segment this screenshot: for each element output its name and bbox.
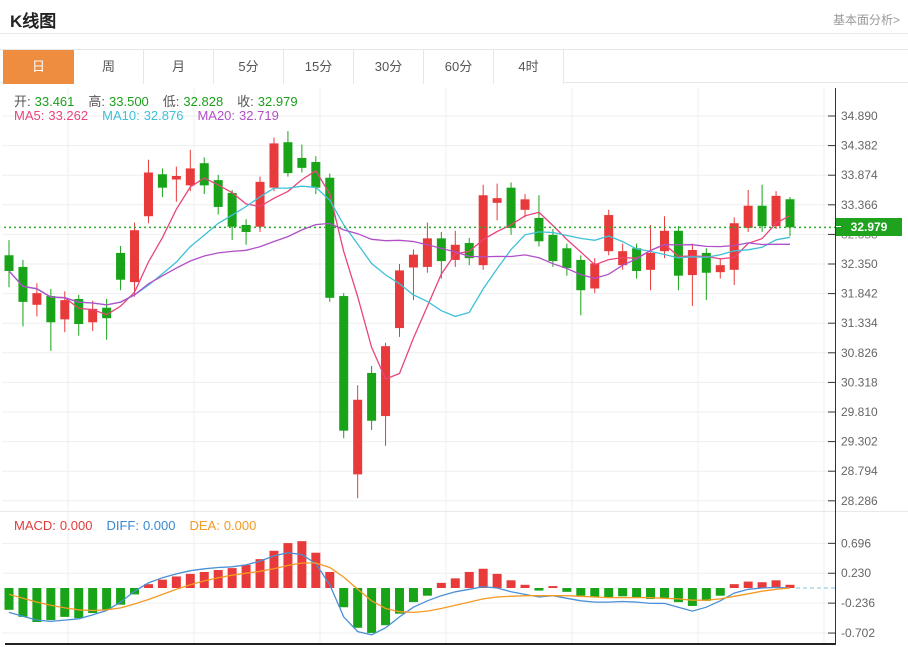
legend-label: MA5: xyxy=(14,108,44,123)
svg-text:33.366: 33.366 xyxy=(841,198,878,212)
legend-value: 0.000 xyxy=(224,518,257,533)
svg-text:-0.702: -0.702 xyxy=(841,626,875,640)
legend-value: 32.979 xyxy=(258,94,298,109)
legend-label: 收: xyxy=(237,94,254,109)
svg-text:29.810: 29.810 xyxy=(841,405,878,419)
svg-text:28.286: 28.286 xyxy=(841,494,878,508)
chart-area: 34.89034.38233.87433.36632.85832.35031.8… xyxy=(0,88,908,647)
legend-value: 33.461 xyxy=(35,94,75,109)
legend-label: MACD: xyxy=(14,518,56,533)
legend-value: 0.000 xyxy=(60,518,93,533)
legend-label: MA10: xyxy=(102,108,140,123)
kline-page: K线图 基本面分析> 日周月5分15分30分60分4时 34.890 34.382… xyxy=(0,0,908,647)
legend-value: 0.000 xyxy=(143,518,176,533)
current-price-badge: 32.979 xyxy=(836,218,902,236)
svg-text:33.874: 33.874 xyxy=(841,168,878,182)
svg-text:-0.236: -0.236 xyxy=(841,596,875,610)
legend-label: MA20: xyxy=(197,108,235,123)
tab-period-4[interactable]: 15分 xyxy=(284,50,354,84)
tab-period-5[interactable]: 30分 xyxy=(354,50,424,84)
legend-value: 32.719 xyxy=(239,108,279,123)
svg-text:31.842: 31.842 xyxy=(841,287,878,301)
ma-legend: MA5: 33.262 MA10: 32.876 MA20: 32.719 xyxy=(14,108,293,123)
page-title: K线图 xyxy=(10,7,56,32)
legend-value: 33.262 xyxy=(48,108,88,123)
legend-label: 开: xyxy=(14,94,31,109)
header-divider xyxy=(0,33,908,34)
legend-label: DEA: xyxy=(189,518,219,533)
legend-label: 高: xyxy=(88,94,105,109)
fundamental-analysis-link[interactable]: 基本面分析> xyxy=(833,11,900,28)
tab-period-1[interactable]: 周 xyxy=(74,50,144,84)
kline-chart-canvas: 34.89034.38233.87433.36632.85832.35031.8… xyxy=(0,88,908,647)
legend-value: 32.876 xyxy=(144,108,184,123)
svg-text:0.230: 0.230 xyxy=(841,566,871,580)
svg-text:34.890: 34.890 xyxy=(841,109,878,123)
tab-period-7[interactable]: 4时 xyxy=(494,50,564,84)
legend-value: 32.828 xyxy=(183,94,223,109)
tab-period-3[interactable]: 5分 xyxy=(214,50,284,84)
svg-text:29.302: 29.302 xyxy=(841,435,878,449)
period-tab-bar: 日周月5分15分30分60分4时 xyxy=(0,49,908,83)
legend-value: 33.500 xyxy=(109,94,149,109)
macd-legend: MACD: 0.000 DIFF: 0.000 DEA: 0.000 xyxy=(14,518,270,533)
svg-text:34.382: 34.382 xyxy=(841,139,878,153)
svg-text:30.826: 30.826 xyxy=(841,346,878,360)
svg-text:32.350: 32.350 xyxy=(841,257,878,271)
svg-text:30.318: 30.318 xyxy=(841,375,878,389)
tab-period-6[interactable]: 60分 xyxy=(424,50,494,84)
legend-label: DIFF: xyxy=(106,518,139,533)
tab-period-2[interactable]: 月 xyxy=(144,50,214,84)
tab-period-0[interactable]: 日 xyxy=(3,50,74,84)
svg-text:28.794: 28.794 xyxy=(841,464,878,478)
svg-text:0.696: 0.696 xyxy=(841,536,871,550)
legend-label: 低: xyxy=(163,94,180,109)
svg-text:31.334: 31.334 xyxy=(841,316,878,330)
